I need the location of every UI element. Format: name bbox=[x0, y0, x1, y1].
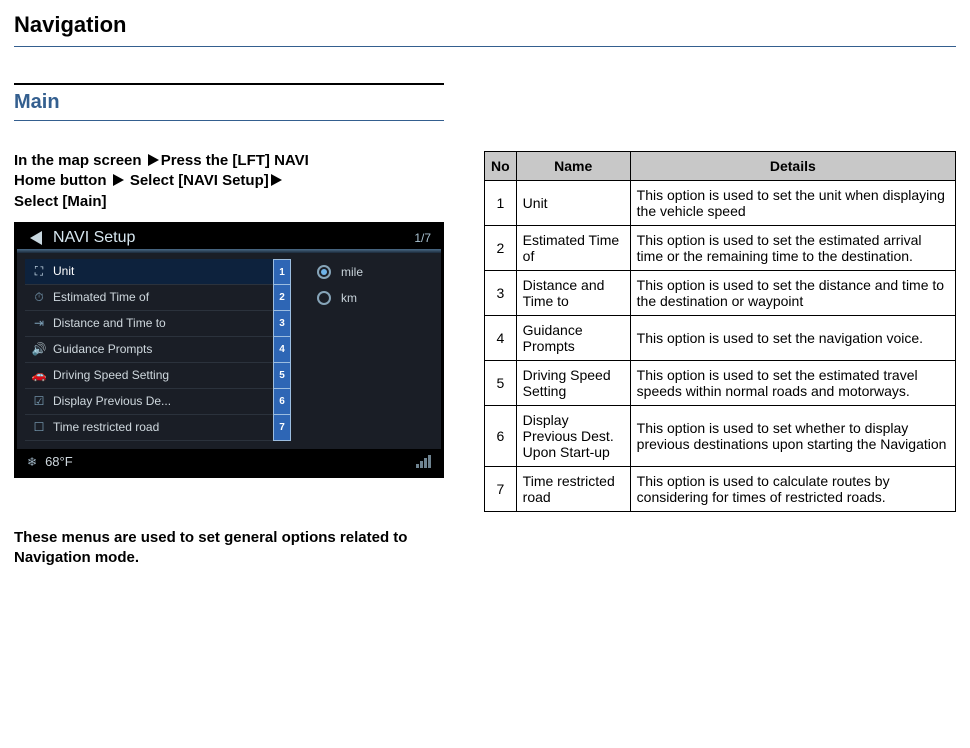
menu-item-timerestrict[interactable]: ☐ Time restricted road bbox=[25, 415, 273, 441]
menu-item-label: Driving Speed Setting bbox=[53, 368, 169, 382]
table-header-row: No Name Details bbox=[485, 152, 956, 181]
callout-badge: 4 bbox=[273, 337, 291, 363]
device-menu-list: ⛶ Unit ⏱ Estimated Time of ⇥ Distance and T… bbox=[25, 259, 273, 441]
page-indicator: 1/7 bbox=[414, 231, 431, 245]
instr-fragment: In the map screen bbox=[14, 152, 142, 169]
cell-details: This option is used to set the unit when… bbox=[630, 181, 955, 226]
cell-details: This option is used to set whether to di… bbox=[630, 406, 955, 467]
distance-icon: ⇥ bbox=[29, 316, 49, 330]
menu-item-speed[interactable]: 🚗 Driving Speed Setting bbox=[25, 363, 273, 389]
cell-details: This option is used to set the navigatio… bbox=[630, 316, 955, 361]
cell-name: Guidance Prompts bbox=[516, 316, 630, 361]
cell-no: 1 bbox=[485, 181, 517, 226]
col-header-no: No bbox=[485, 152, 517, 181]
right-column: No Name Details 1 Unit This option is us… bbox=[484, 151, 956, 568]
header-rule bbox=[14, 46, 956, 47]
menu-item-label: Time restricted road bbox=[53, 420, 159, 434]
arrow-right-icon bbox=[113, 174, 124, 186]
menu-item-prompts[interactable]: 🔊 Guidance Prompts bbox=[25, 337, 273, 363]
instr-fragment: Select [NAVI Setup] bbox=[130, 172, 269, 189]
car-icon: 🚗 bbox=[29, 368, 49, 382]
temperature-value: 68°F bbox=[45, 454, 73, 469]
instr-fragment: Select [Main] bbox=[14, 193, 107, 210]
cell-no: 7 bbox=[485, 467, 517, 512]
radio-column: mile km bbox=[293, 259, 433, 441]
instruction-text: In the map screen Press the [LFT] NAVI H… bbox=[14, 151, 444, 212]
menu-item-label: Estimated Time of bbox=[53, 290, 149, 304]
checkbox-checked-icon: ☑ bbox=[29, 394, 49, 408]
document-page: Navigation Main In the map screen Press … bbox=[0, 0, 970, 578]
back-button[interactable] bbox=[25, 229, 47, 247]
radio-icon bbox=[317, 265, 331, 279]
section-rule-top bbox=[14, 83, 444, 85]
col-header-name: Name bbox=[516, 152, 630, 181]
table-row: 1 Unit This option is used to set the un… bbox=[485, 181, 956, 226]
arrow-right-icon bbox=[148, 154, 159, 166]
menu-item-unit[interactable]: ⛶ Unit bbox=[25, 259, 273, 285]
instr-fragment: Home button bbox=[14, 172, 106, 189]
cell-details: This option is used to calculate routes … bbox=[630, 467, 955, 512]
checkbox-empty-icon: ☐ bbox=[29, 420, 49, 434]
callout-badge: 3 bbox=[273, 311, 291, 337]
device-screenshot: NAVI Setup 1/7 ⛶ Unit ⏱ Estimated Time of … bbox=[14, 222, 444, 478]
table-row: 5 Driving Speed Setting This option is u… bbox=[485, 361, 956, 406]
radio-option-mile[interactable]: mile bbox=[317, 259, 433, 285]
cell-name: Estimated Time of bbox=[516, 226, 630, 271]
menu-item-prevdest[interactable]: ☑ Display Previous De... bbox=[25, 389, 273, 415]
clock-icon: ⏱ bbox=[29, 290, 49, 305]
table-row: 2 Estimated Time of This option is used … bbox=[485, 226, 956, 271]
arrow-right-icon bbox=[271, 174, 282, 186]
page-title: Navigation bbox=[14, 12, 956, 38]
radio-label: mile bbox=[341, 265, 363, 279]
radio-label: km bbox=[341, 291, 357, 305]
menu-item-label: Distance and Time to bbox=[53, 316, 166, 330]
callout-badge: 5 bbox=[273, 363, 291, 389]
callout-badge: 6 bbox=[273, 389, 291, 415]
menu-item-label: Display Previous De... bbox=[53, 394, 171, 408]
speaker-icon: 🔊 bbox=[29, 342, 49, 356]
table-row: 3 Distance and Time to This option is us… bbox=[485, 271, 956, 316]
cell-details: This option is used to set the estimated… bbox=[630, 361, 955, 406]
reference-table: No Name Details 1 Unit This option is us… bbox=[484, 151, 956, 512]
back-icon bbox=[30, 231, 42, 245]
cell-name: Distance and Time to bbox=[516, 271, 630, 316]
menu-item-eta[interactable]: ⏱ Estimated Time of bbox=[25, 285, 273, 311]
device-titlebar: NAVI Setup 1/7 bbox=[17, 225, 441, 249]
callout-badge: 1 bbox=[273, 259, 291, 285]
table-row: 7 Time restricted road This option is us… bbox=[485, 467, 956, 512]
cell-no: 2 bbox=[485, 226, 517, 271]
menu-item-label: Guidance Prompts bbox=[53, 342, 152, 356]
table-row: 6 Display Previous Dest. Upon Start-up T… bbox=[485, 406, 956, 467]
cell-no: 3 bbox=[485, 271, 517, 316]
col-header-details: Details bbox=[630, 152, 955, 181]
radio-option-km[interactable]: km bbox=[317, 285, 433, 311]
device-title: NAVI Setup bbox=[53, 229, 135, 247]
thermometer-icon: ❄ bbox=[27, 455, 37, 469]
section-title: Main bbox=[14, 91, 956, 114]
left-description: These menus are used to set general opti… bbox=[14, 528, 444, 569]
radio-icon bbox=[317, 291, 331, 305]
cell-name: Time restricted road bbox=[516, 467, 630, 512]
section-rule-bottom bbox=[14, 120, 444, 121]
cell-no: 4 bbox=[485, 316, 517, 361]
cell-name: Driving Speed Setting bbox=[516, 361, 630, 406]
callout-badge: 7 bbox=[273, 415, 291, 441]
menu-item-distance[interactable]: ⇥ Distance and Time to bbox=[25, 311, 273, 337]
callout-badge: 2 bbox=[273, 285, 291, 311]
cell-details: This option is used to set the distance … bbox=[630, 271, 955, 316]
instr-fragment: Press the [LFT] NAVI bbox=[161, 152, 309, 169]
grid-icon: ⛶ bbox=[29, 264, 49, 279]
cell-no: 6 bbox=[485, 406, 517, 467]
menu-item-label: Unit bbox=[53, 264, 74, 278]
callout-column: 1 2 3 4 5 6 7 bbox=[273, 259, 293, 441]
cell-details: This option is used to set the estimated… bbox=[630, 226, 955, 271]
device-statusbar: ❄ 68°F bbox=[17, 449, 441, 475]
cell-no: 5 bbox=[485, 361, 517, 406]
signal-icon bbox=[416, 455, 431, 468]
cell-name: Unit bbox=[516, 181, 630, 226]
cell-name: Display Previous Dest. Upon Start-up bbox=[516, 406, 630, 467]
left-column: In the map screen Press the [LFT] NAVI H… bbox=[14, 151, 444, 568]
table-row: 4 Guidance Prompts This option is used t… bbox=[485, 316, 956, 361]
